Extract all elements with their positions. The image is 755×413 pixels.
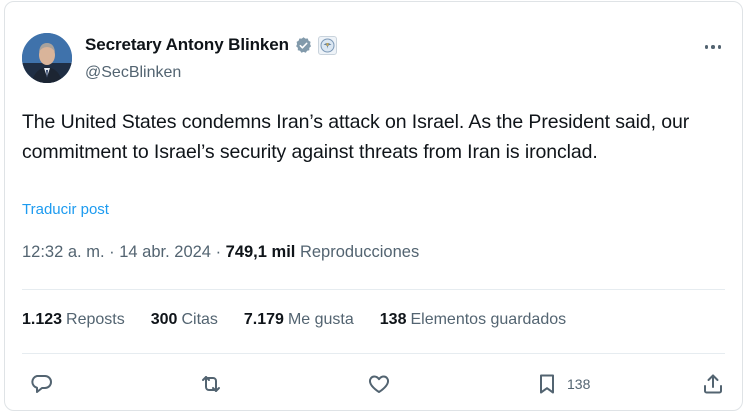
divider [22, 289, 725, 290]
quotes-count: 300 [150, 311, 178, 328]
like-button[interactable] [367, 370, 391, 398]
views-count: 749,1 mil [225, 243, 296, 261]
tweet-card: Secretary Antony Blinken @SecBlinken The… [4, 1, 743, 411]
bookmark-button[interactable]: 138 [535, 370, 590, 398]
meta-separator: · [210, 243, 226, 261]
tweet-time[interactable]: 12:32 a. m. [22, 243, 105, 261]
likes-label: Me gusta [287, 311, 354, 328]
reposts-count: 1.123 [22, 311, 63, 328]
likes-stat[interactable]: 7.179 Me gusta [244, 311, 354, 329]
author-handle[interactable]: @SecBlinken [85, 64, 181, 82]
more-options-icon[interactable] [702, 36, 724, 58]
reply-button[interactable] [29, 370, 53, 398]
divider [22, 353, 725, 354]
avatar[interactable] [22, 33, 72, 83]
author-name[interactable]: Secretary Antony Blinken [85, 35, 289, 55]
share-icon [704, 374, 722, 394]
likes-count: 7.179 [243, 311, 284, 328]
views-label: Reproducciones [299, 243, 420, 261]
bookmarks-label: Elementos guardados [410, 311, 567, 328]
repost-icon [202, 376, 220, 392]
meta-separator: · [104, 243, 120, 261]
verified-badge-icon[interactable] [294, 36, 313, 55]
bookmarks-count: 138 [379, 311, 407, 328]
state-department-seal-icon[interactable] [317, 35, 337, 55]
tweet-text: The United States condemns Iran’s attack… [22, 111, 690, 163]
reposts-stat[interactable]: 1.123 Reposts [22, 311, 125, 329]
translate-post-link[interactable]: Traducir post [22, 201, 109, 218]
bookmark-count: 138 [567, 376, 591, 392]
quotes-stat[interactable]: 300 Citas [151, 311, 218, 329]
bookmarks-stat[interactable]: 138 Elementos guardados [380, 311, 566, 329]
author-name-row: Secretary Antony Blinken [85, 35, 337, 55]
tweet-date[interactable]: 14 abr. 2024 [119, 243, 211, 261]
reply-icon [31, 375, 52, 393]
reposts-label: Reposts [66, 311, 125, 328]
repost-button[interactable] [199, 370, 223, 398]
bookmark-icon [540, 374, 554, 394]
engagement-stats: 1.123 Reposts 300 Citas 7.179 Me gusta 138 E… [22, 311, 566, 329]
quotes-label: Citas [181, 311, 218, 328]
action-bar: 138 [5, 362, 742, 406]
heart-icon [369, 375, 389, 393]
share-button[interactable] [701, 370, 725, 398]
tweet-meta: 12:32 a. m. · 14 abr. 2024 · 749,1 mil R… [22, 243, 419, 262]
